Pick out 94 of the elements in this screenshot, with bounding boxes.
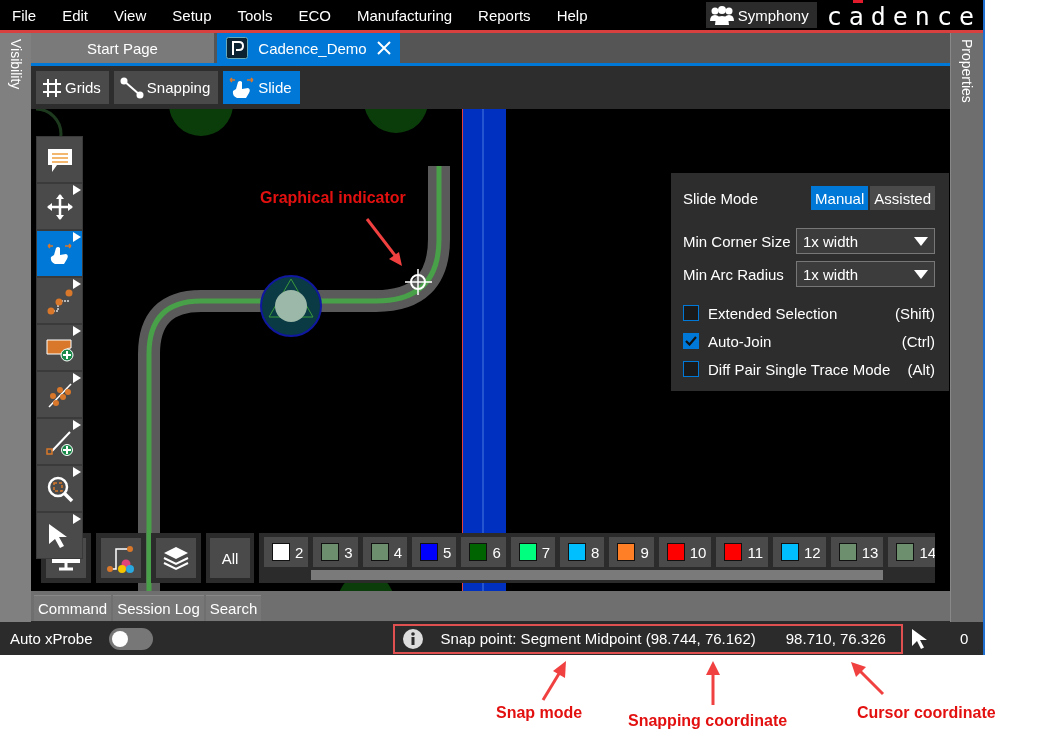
panel-tab[interactable]: Session Log [113, 595, 204, 621]
hand-icon [46, 241, 73, 266]
field-label: Slide Mode [683, 189, 759, 207]
tool-button[interactable] [36, 136, 83, 183]
field-label: Min Arc Radius [683, 265, 784, 283]
layer-button[interactable]: 2 [264, 537, 309, 567]
logo: cadence [826, 0, 981, 31]
toggle-label: Auto xProbe [10, 630, 93, 647]
document-tab[interactable]: Start Page [31, 33, 214, 63]
menu-item[interactable]: Setup [164, 6, 220, 24]
menu-item[interactable]: Manufacturing [349, 6, 461, 24]
layer-button[interactable]: 10 [658, 537, 712, 567]
info-icon [402, 628, 423, 649]
dropdown[interactable]: 1x width [796, 228, 935, 254]
layer-button[interactable]: 14 [888, 537, 935, 567]
tool-button[interactable] [36, 183, 83, 230]
status-text: 0 [959, 630, 969, 647]
via-drawing [260, 275, 322, 337]
annotation-label: Snap mode [496, 704, 583, 722]
status-text: 98.710, 76.326 [785, 630, 886, 647]
side-panel-tab[interactable]: Visibility [0, 33, 31, 622]
hand-icon [229, 75, 256, 100]
panel-tab[interactable]: Command [34, 595, 112, 621]
pcb-canvas[interactable] [31, 109, 950, 591]
caret-icon [914, 269, 928, 279]
toolbar-button[interactable]: Grids [36, 71, 109, 104]
tool-button[interactable] [36, 324, 83, 371]
mode-button[interactable]: Manual [811, 186, 869, 210]
people-icon [709, 5, 734, 25]
menu-item[interactable]: ECO [290, 6, 340, 24]
app-icon [226, 37, 249, 59]
field-label: Min Corner Size [683, 232, 791, 250]
layer-button[interactable]: 11 [716, 537, 768, 567]
menu-item[interactable]: Reports [470, 6, 539, 24]
tool-button[interactable] [36, 418, 83, 465]
toolbar-button[interactable]: Snapping [113, 71, 219, 104]
menu-item[interactable]: Edit [54, 6, 97, 24]
tool-button[interactable] [36, 230, 83, 277]
arrow [706, 661, 720, 705]
layer-button[interactable]: 6 [461, 537, 506, 567]
arrow [541, 661, 566, 701]
checkbox[interactable] [683, 333, 699, 349]
node-line-icon [119, 76, 144, 99]
layer-button[interactable]: 9 [609, 537, 654, 567]
layer-button[interactable]: 13 [830, 537, 884, 567]
toolbar-button[interactable] [151, 533, 201, 583]
checkbox-label: Diff Pair Single Trace Mode [708, 360, 891, 378]
menu-item[interactable]: Tools [229, 6, 281, 24]
filter-button[interactable]: All [206, 533, 254, 583]
color-route-icon [106, 543, 136, 573]
move-arrows-icon [45, 192, 74, 221]
layer-button[interactable]: 3 [313, 537, 358, 567]
checkbox-label: Extended Selection [708, 304, 838, 322]
document-tab[interactable]: Cadence_Demo [217, 33, 400, 63]
scrollbar[interactable] [311, 570, 883, 580]
mode-button[interactable]: Assisted [870, 186, 935, 210]
toolbar-button[interactable]: Slide [223, 71, 300, 104]
annotation-label: Cursor coordinate [857, 704, 996, 722]
shortcut-text: (Ctrl) [901, 332, 935, 350]
tool-button[interactable] [36, 512, 83, 559]
toggle-switch[interactable] [108, 627, 153, 650]
menu-item[interactable]: File [4, 6, 45, 24]
tool-button[interactable] [36, 371, 83, 418]
layers-icon [162, 545, 190, 571]
layer-button[interactable]: 8 [560, 537, 605, 567]
tool-button[interactable] [36, 277, 83, 324]
layer-button[interactable]: 4 [362, 537, 408, 567]
panel-tab[interactable]: Search [205, 595, 262, 621]
layer-button[interactable]: 7 [510, 537, 556, 567]
toolbar-button[interactable] [96, 533, 146, 583]
pad [169, 109, 233, 136]
arrow [851, 662, 885, 696]
menu-item[interactable]: View [106, 6, 155, 24]
grid-icon [42, 77, 62, 98]
symphony-button[interactable]: Symphony [705, 2, 817, 28]
pad [364, 109, 428, 133]
dropdown[interactable]: 1x width [796, 261, 935, 287]
side-panel-tab[interactable]: Properties [950, 33, 983, 622]
annotation-label: Snapping coordinate [628, 712, 788, 730]
layer-button[interactable]: 5 [412, 537, 457, 567]
crosshair-icon [404, 268, 433, 296]
layer-button[interactable]: 12 [773, 537, 826, 567]
checkbox[interactable] [683, 305, 699, 321]
menu-item[interactable]: Help [548, 6, 596, 24]
magnifier-icon [45, 474, 74, 503]
checkbox-label: Auto-Join [708, 332, 772, 350]
shortcut-text: (Alt) [907, 360, 935, 378]
status-text: Snap point: Segment Midpoint (98.744, 76.162) [440, 630, 756, 647]
checkbox[interactable] [683, 361, 699, 377]
tool-button[interactable] [36, 465, 83, 512]
shortcut-text: (Shift) [895, 304, 935, 322]
annotation-label: Graphical indicator [260, 189, 406, 207]
arrow [365, 218, 402, 266]
caret-icon [914, 236, 928, 246]
